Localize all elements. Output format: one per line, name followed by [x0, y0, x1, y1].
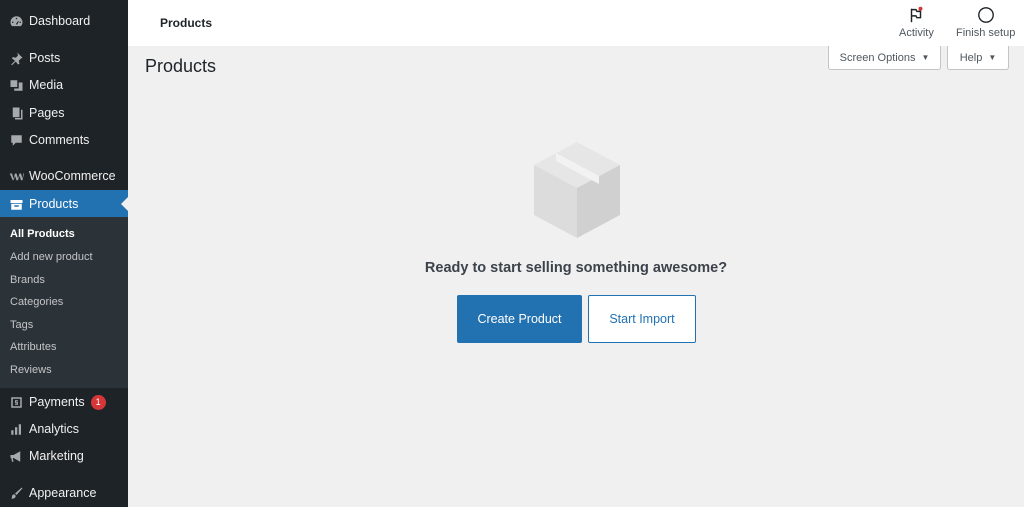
- admin-sidebar: Dashboard Posts Media Pages Comments Woo…: [0, 0, 128, 507]
- sidebar-item-label: Media: [29, 78, 64, 92]
- sidebar-item-label: Dashboard: [29, 14, 91, 28]
- comment-icon: [8, 132, 24, 148]
- submenu-item-all-products[interactable]: All Products: [10, 228, 75, 240]
- dashboard-icon: [8, 13, 24, 29]
- sidebar-item-products[interactable]: Products: [0, 190, 128, 218]
- empty-state-message: Ready to start selling something awesome…: [424, 260, 728, 276]
- start-import-button[interactable]: Start Import: [588, 295, 696, 343]
- submenu-item-reviews[interactable]: Reviews: [10, 364, 52, 376]
- megaphone-icon: [8, 448, 24, 464]
- caret-down-icon: ▼: [988, 53, 997, 62]
- sidebar-item-media[interactable]: Media: [0, 71, 128, 99]
- sidebar-item-posts[interactable]: Posts: [0, 44, 128, 72]
- sidebar-item-appearance[interactable]: Appearance: [0, 479, 128, 507]
- sidebar-item-dashboard[interactable]: Dashboard: [0, 7, 128, 35]
- empty-box-illustration: [534, 142, 620, 238]
- header-title: Products: [160, 16, 213, 30]
- help-button[interactable]: Help ▼: [947, 46, 1009, 70]
- sidebar-item-analytics[interactable]: Analytics: [0, 415, 128, 443]
- sidebar-item-label: Comments: [29, 133, 90, 147]
- help-label: Help: [959, 51, 983, 64]
- screen-options-button[interactable]: Screen Options ▼: [828, 46, 941, 70]
- notification-badge: 1: [90, 394, 106, 410]
- sidebar-item-pages[interactable]: Pages: [0, 99, 128, 127]
- page-title: Products: [145, 56, 217, 76]
- sidebar-item-label: Products: [29, 197, 79, 211]
- sidebar-item-woocommerce[interactable]: WooCommerce: [0, 162, 128, 190]
- sidebar-item-payments[interactable]: Payments 1: [0, 388, 128, 416]
- submenu-item-categories[interactable]: Categories: [10, 296, 63, 308]
- finish-setup-label: Finish setup: [956, 27, 1016, 39]
- archive-icon: [8, 196, 24, 212]
- submenu-item-brands[interactable]: Brands: [10, 274, 45, 286]
- payments-icon: [8, 394, 24, 410]
- sidebar-item-label: Pages: [29, 106, 65, 120]
- products-submenu: All Products Add new product Brands Cate…: [0, 217, 128, 388]
- submenu-item-add-new-product[interactable]: Add new product: [10, 251, 93, 263]
- brush-icon: [8, 485, 24, 501]
- submenu-item-attributes[interactable]: Attributes: [10, 341, 56, 353]
- finish-setup-button[interactable]: Finish setup: [956, 6, 1015, 39]
- sidebar-item-comments[interactable]: Comments: [0, 126, 128, 154]
- media-icon: [8, 77, 24, 93]
- create-product-button[interactable]: Create Product: [457, 295, 582, 343]
- sidebar-item-label: Posts: [29, 51, 61, 65]
- progress-circle-icon: [977, 7, 994, 23]
- pin-icon: [8, 50, 24, 66]
- sidebar-item-label: WooCommerce: [29, 169, 116, 183]
- sidebar-item-label: Appearance: [29, 486, 97, 500]
- sidebar-item-label: Analytics: [29, 422, 80, 436]
- top-header: Products Activity Finish setup: [128, 0, 1024, 46]
- sidebar-item-label: Marketing: [29, 449, 84, 463]
- submenu-item-tags[interactable]: Tags: [10, 319, 33, 331]
- flag-icon: [911, 6, 923, 23]
- activity-button[interactable]: Activity: [899, 6, 934, 39]
- caret-down-icon: ▼: [921, 53, 930, 62]
- sidebar-item-label: Payments: [29, 395, 85, 409]
- activity-label: Activity: [899, 27, 934, 39]
- sidebar-item-marketing[interactable]: Marketing: [0, 442, 128, 470]
- bar-chart-icon: [8, 421, 24, 437]
- pages-icon: [8, 105, 24, 121]
- screen-options-label: Screen Options: [839, 51, 916, 64]
- woocommerce-icon: [8, 168, 24, 184]
